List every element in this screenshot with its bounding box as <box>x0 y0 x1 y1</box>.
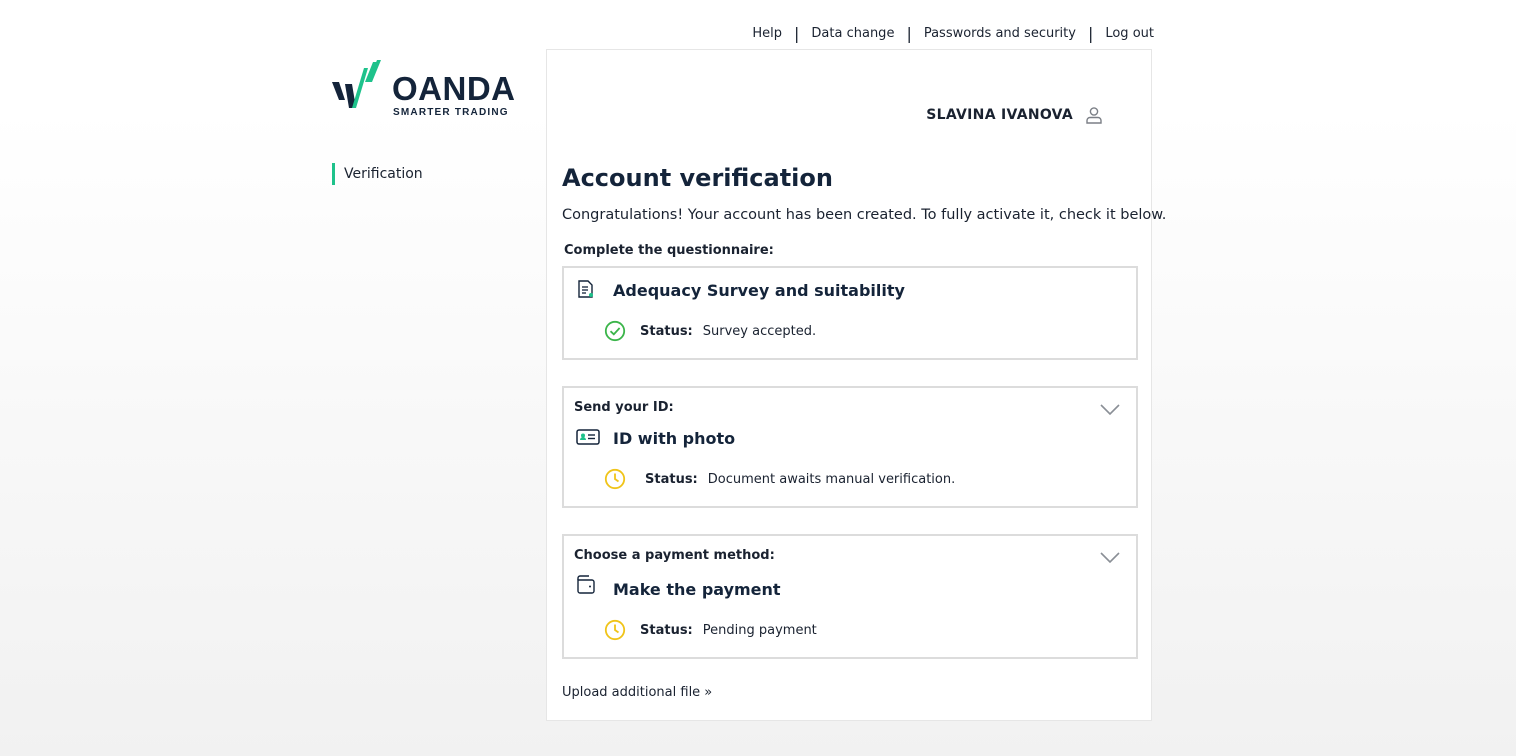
payment-status: Status: Pending payment <box>604 619 817 641</box>
upload-additional-file-link[interactable]: Upload additional file » <box>562 685 712 700</box>
id-card[interactable]: Send your ID: ID with photo Status: Docu… <box>562 386 1138 508</box>
logo-tagline: SMARTER TRADING <box>393 107 509 118</box>
clock-icon <box>604 619 626 641</box>
sidebar: Verification <box>332 163 423 185</box>
status-value: Document awaits manual verification. <box>707 471 956 487</box>
status-label: Status: <box>645 471 698 487</box>
survey-title: Adequacy Survey and suitability <box>613 281 905 300</box>
survey-status: Status: Survey accepted. <box>604 320 816 342</box>
chevron-down-icon[interactable] <box>1100 552 1120 564</box>
status-value: Pending payment <box>702 622 817 638</box>
user-name: SLAVINA IVANOVA <box>926 107 1073 123</box>
user-icon <box>1086 107 1102 124</box>
nav-separator: | <box>906 24 912 43</box>
survey-card[interactable]: Adequacy Survey and suitability Status: … <box>562 266 1138 360</box>
check-circle-icon <box>604 320 626 342</box>
active-indicator <box>332 163 335 185</box>
nav-separator: | <box>1087 24 1094 43</box>
id-card-icon <box>576 429 600 445</box>
page-title: Account verification <box>562 164 833 192</box>
main-panel: SLAVINA IVANOVA Account verification Con… <box>546 49 1166 721</box>
logo-brand-text: OANDA <box>392 70 516 107</box>
questionnaire-label: Complete the questionnaire: <box>564 243 774 258</box>
intro-text: Congratulations! Your account has been c… <box>562 207 1167 223</box>
document-icon <box>578 280 593 298</box>
help-link[interactable]: Help <box>752 26 782 41</box>
sidebar-item-verification[interactable]: Verification <box>332 163 423 185</box>
logout-link[interactable]: Log out <box>1105 26 1154 41</box>
logo-mark-icon <box>332 60 381 108</box>
id-subtitle: Send your ID: <box>574 400 674 415</box>
status-label: Status: <box>640 622 693 638</box>
clock-icon <box>604 468 626 490</box>
user-menu[interactable]: SLAVINA IVANOVA <box>926 106 1103 124</box>
id-status: Status: Document awaits manual verificat… <box>604 468 955 490</box>
sidebar-item-label: Verification <box>344 166 423 182</box>
payment-card[interactable]: Choose a payment method: Make the paymen… <box>562 534 1138 659</box>
wallet-icon <box>577 575 595 594</box>
chevron-down-icon[interactable] <box>1100 404 1120 416</box>
top-navigation: Help | Data change | Passwords and secur… <box>752 24 1154 43</box>
payment-subtitle: Choose a payment method: <box>574 548 775 563</box>
id-title: ID with photo <box>613 429 736 448</box>
status-value: Survey accepted. <box>702 323 817 339</box>
payment-title: Make the payment <box>613 580 781 599</box>
data-change-link[interactable]: Data change <box>811 26 894 41</box>
status-label: Status: <box>640 323 693 339</box>
oanda-logo[interactable]: OANDA SMARTER TRADING <box>332 60 522 122</box>
passwords-security-link[interactable]: Passwords and security <box>924 26 1076 41</box>
nav-separator: | <box>794 24 800 43</box>
